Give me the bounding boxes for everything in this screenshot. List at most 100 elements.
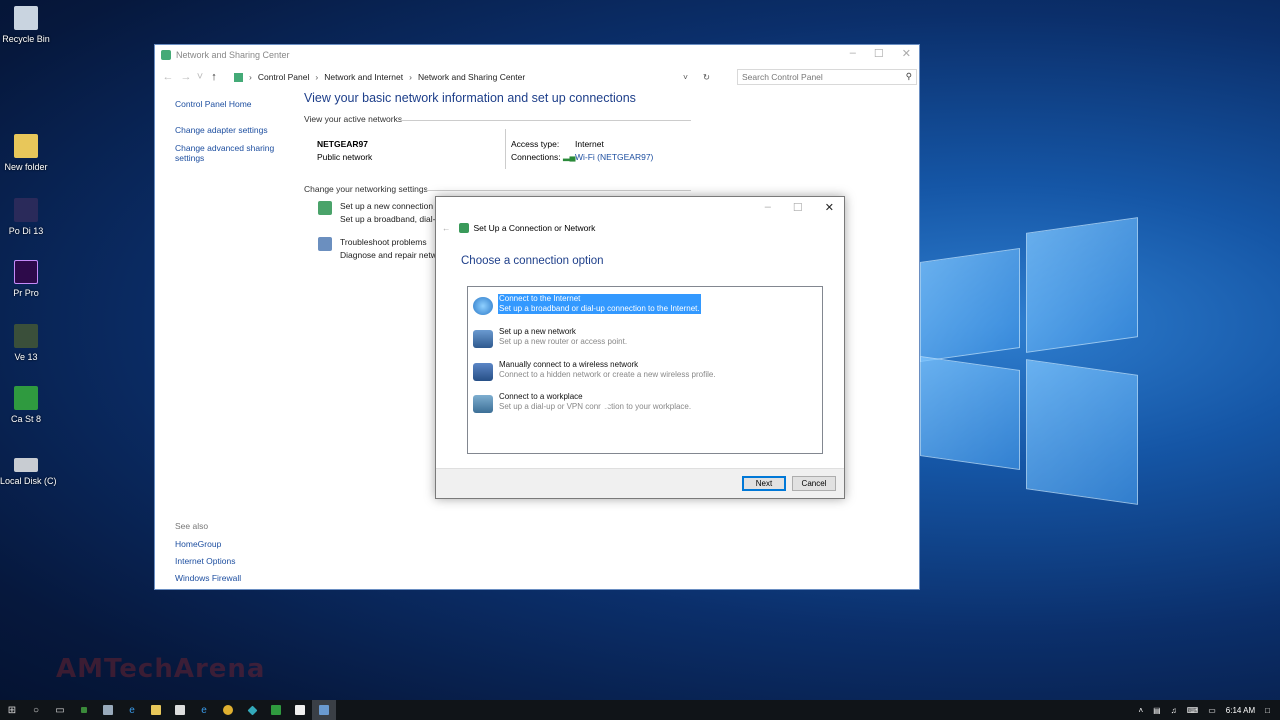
breadcrumb-network-sharing[interactable]: Network and Sharing Center [418,72,525,82]
address-dropdown-icon[interactable]: ˅ [683,72,688,82]
breadcrumb-control-panel[interactable]: Control Panel [258,72,310,82]
keyboard-icon[interactable]: ⌨ [1187,706,1199,715]
camtasia-icon [14,386,38,410]
power-director-icon [14,198,38,222]
control-panel-icon [234,72,243,82]
option-workplace[interactable]: Connect to a workplace Set up a dial-up … [471,391,821,417]
network-type[interactable]: Public network [317,152,372,162]
dialog-footer: Next Cancel [436,468,844,498]
desktop-icon-premiere-pro[interactable]: Pr Pro [0,260,52,298]
link-internet-options[interactable]: Internet Options [175,556,241,566]
window-title: Network and Sharing Center [176,50,290,60]
router-icon [473,330,493,348]
dialog-title: Set Up a Connection or Network [473,223,596,233]
active-networks-label: View your active networks [304,114,403,124]
desktop-icon-vegas[interactable]: Ve 13 [0,324,52,362]
link-troubleshoot[interactable]: Troubleshoot problems [340,237,427,247]
option-manual-wireless[interactable]: Manually connect to a wireless network C… [471,359,821,385]
pinned-app-icon[interactable] [72,700,96,720]
forward-arrow-icon[interactable]: → [177,71,195,83]
up-arrow-icon[interactable]: ↑ [205,71,223,83]
network-center-icon [161,50,171,60]
dialog-minimize-button[interactable]: – [765,201,771,214]
breadcrumb-separator-icon[interactable]: › [409,72,412,82]
back-arrow-icon[interactable]: ← [159,71,177,83]
watermark: AMTechArena [56,654,266,684]
task-view-icon[interactable]: ▭ [48,700,72,720]
divider [425,190,691,191]
file-explorer-icon[interactable] [144,700,168,720]
recent-dropdown-icon[interactable]: ˅ [195,71,205,83]
vegas-icon [14,324,38,348]
windows-logo-wallpaper [920,215,1140,515]
window-titlebar[interactable]: Network and Sharing Center [155,45,919,65]
new-connection-icon [318,201,332,215]
dialog-heading: Choose a connection option [461,255,604,267]
access-type-value: Internet [575,139,604,149]
link-setup-connection[interactable]: Set up a new connection or [340,201,443,211]
setup-connection-desc: Set up a broadband, dial-up [340,214,445,224]
troubleshoot-desc: Diagnose and repair networ [340,250,445,260]
breadcrumb-separator-icon[interactable]: › [315,72,318,82]
network-name: NETGEAR97 [317,139,369,149]
wifi-connection-link[interactable]: Wi-Fi (NETGEAR97) [575,152,653,162]
chrome-icon[interactable] [216,700,240,720]
camtasia-taskbar-icon[interactable] [264,700,288,720]
desktop-icon-power-director[interactable]: Po Di 13 [0,198,52,236]
back-arrow-icon[interactable]: ← [442,223,451,233]
system-tray: ˄ ▤ ♫ ⌨ ▭ 6:14 AM □ [1138,700,1270,720]
network-dialog-taskbar-icon[interactable] [312,700,336,720]
folder-icon [14,134,38,158]
cancel-button[interactable]: Cancel [792,476,836,491]
app-icon[interactable] [240,700,264,720]
notification-icon[interactable]: □ [1265,706,1270,715]
volume-icon[interactable]: ♫ [1171,706,1177,715]
camtasia-recorder-icon[interactable] [288,700,312,720]
setup-connection-dialog: – ☐ ✕ ← Set Up a Connection or Network C… [435,196,845,499]
search-icon: ⚲ [905,71,912,81]
minimize-button[interactable]: – [850,47,856,60]
wifi-tray-icon[interactable]: ▤ [1153,706,1161,715]
link-windows-firewall[interactable]: Windows Firewall [175,573,241,583]
close-button[interactable]: ✕ [902,47,911,60]
network-setup-icon [458,223,469,233]
desktop-icon-recycle-bin[interactable]: Recycle Bin [0,6,52,44]
desktop-icon-camtasia[interactable]: Ca St 8 [0,386,52,424]
search-icon[interactable]: ○ [24,700,48,720]
link-homegroup[interactable]: HomeGroup [175,539,241,549]
link-change-advanced-sharing[interactable]: Change advanced sharing settings [175,143,275,163]
desktop-icon-new-folder[interactable]: New folder [0,134,52,172]
battery-icon[interactable]: ▭ [1208,706,1216,715]
premiere-pro-icon [14,260,38,284]
address-bar: ← → ˅ ↑ › Control Panel › Network and In… [159,67,917,87]
next-button[interactable]: Next [742,476,786,491]
see-also: See also HomeGroup Internet Options Wind… [175,521,241,590]
breadcrumb[interactable]: › Control Panel › Network and Internet ›… [229,68,715,86]
start-button[interactable]: ⊞ [0,700,24,720]
store-icon[interactable] [168,700,192,720]
edge-icon[interactable]: e [120,700,144,720]
refresh-icon[interactable]: ↻ [703,72,710,83]
breadcrumb-network-internet[interactable]: Network and Internet [324,72,403,82]
link-change-adapter[interactable]: Change adapter settings [175,125,275,135]
divider [505,129,506,169]
wireless-monitor-icon [473,363,493,381]
option-connect-internet[interactable]: Connect to the Internet Set up a broadba… [471,293,821,319]
access-type-label: Access type: [511,139,560,149]
breadcrumb-separator-icon[interactable]: › [249,72,252,82]
troubleshoot-icon [318,237,332,251]
page-title: View your basic network information and … [304,91,636,105]
link-control-panel-home[interactable]: Control Panel Home [175,99,275,109]
dialog-close-button[interactable]: ✕ [825,201,834,214]
connections-label: Connections: [511,152,561,162]
clock[interactable]: 6:14 AM [1226,706,1255,715]
maximize-button[interactable]: ☐ [874,47,884,60]
calculator-icon[interactable] [96,700,120,720]
see-also-header: See also [175,521,209,531]
drive-icon [14,458,38,472]
search-input[interactable]: Search Control Panel ⚲ [737,69,917,85]
option-new-network[interactable]: Set up a new network Set up a new router… [471,326,821,352]
desktop-icon-local-disk[interactable]: Local Disk (C) [0,452,57,486]
tray-overflow-icon[interactable]: ˄ [1138,706,1143,715]
ie-icon[interactable]: e [192,700,216,720]
